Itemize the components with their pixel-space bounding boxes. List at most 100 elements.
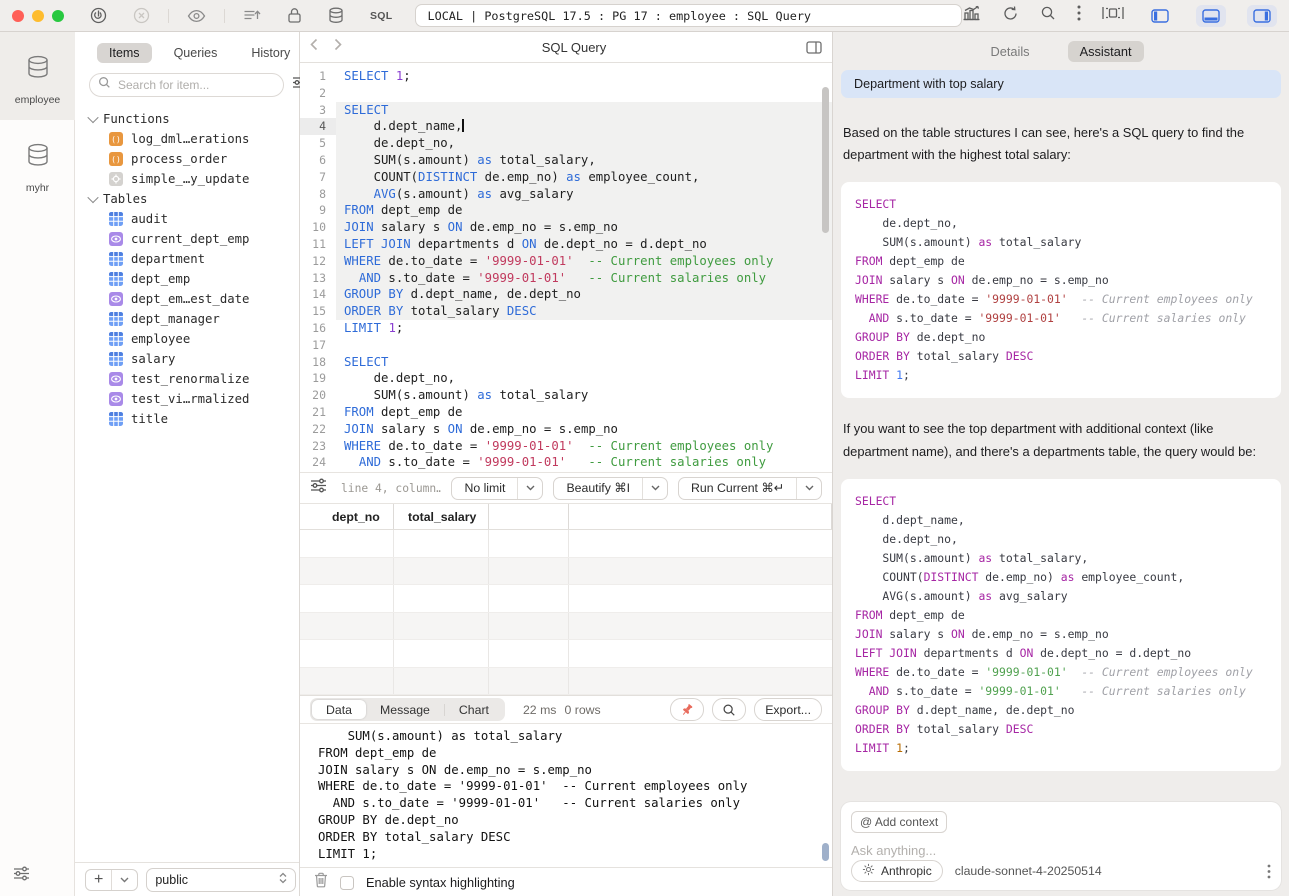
tab-queries[interactable]: Queries	[162, 43, 230, 63]
editor-line[interactable]: 17	[300, 337, 832, 354]
results-grid[interactable]: dept_no total_salary	[300, 503, 832, 695]
table-cell[interactable]	[489, 640, 569, 667]
table-cell[interactable]	[489, 668, 569, 695]
table-cell[interactable]	[318, 640, 394, 667]
editor-line[interactable]: 19 de.dept_no,	[300, 370, 832, 387]
editor-line[interactable]: 21FROM dept_emp de	[300, 404, 832, 421]
minimize-window-button[interactable]	[32, 10, 44, 22]
search-input[interactable]	[116, 77, 275, 93]
more-vertical-icon[interactable]	[1267, 864, 1271, 879]
table-cell[interactable]	[318, 613, 394, 640]
table-cell[interactable]	[569, 558, 832, 585]
message-pane[interactable]: SUM(s.amount) as total_salaryFROM dept_e…	[300, 724, 832, 867]
add-context-button[interactable]: @ Add context	[851, 811, 947, 833]
tables-group-header[interactable]: Tables	[75, 189, 299, 209]
tab-data[interactable]: Data	[312, 700, 366, 719]
table-cell[interactable]	[569, 613, 832, 640]
table-cell[interactable]	[569, 668, 832, 695]
beautify-button[interactable]: Beautify ⌘I	[553, 477, 668, 500]
tab-history[interactable]: History	[239, 43, 302, 63]
functions-group-header[interactable]: Functions	[75, 109, 299, 129]
editor-line[interactable]: 15ORDER BY total_salary DESC	[300, 303, 832, 320]
split-panel-icon[interactable]	[806, 41, 822, 54]
table-cell[interactable]	[318, 558, 394, 585]
center-layout-icon[interactable]	[1102, 6, 1124, 25]
table-cell[interactable]	[394, 585, 489, 612]
syntax-highlighting-checkbox[interactable]	[340, 876, 354, 890]
search-results-button[interactable]	[712, 698, 746, 721]
table-cell[interactable]	[318, 585, 394, 612]
column-header[interactable]: total_salary	[394, 504, 489, 529]
left-panel-toggle[interactable]	[1145, 5, 1175, 27]
chat-title-banner[interactable]: Department with top salary	[841, 70, 1281, 98]
sql-code-block[interactable]: SELECT d.dept_name, de.dept_no, SUM(s.am…	[841, 479, 1281, 771]
chevron-down-icon[interactable]	[112, 870, 137, 890]
table-item[interactable]: dept_emp	[75, 269, 299, 289]
tab-details[interactable]: Details	[978, 41, 1041, 62]
chart-icon[interactable]	[962, 5, 981, 26]
function-item[interactable]: ()log_dml…erations	[75, 129, 299, 149]
log-list-icon[interactable]	[243, 8, 261, 23]
editor-line[interactable]: 11LEFT JOIN departments d ON de.dept_no …	[300, 236, 832, 253]
editor-line[interactable]: 2	[300, 85, 832, 102]
editor-line[interactable]: 3SELECT	[300, 102, 832, 119]
table-item[interactable]: department	[75, 249, 299, 269]
table-item[interactable]: title	[75, 409, 299, 429]
table-cell[interactable]	[489, 585, 569, 612]
editor-line[interactable]: 4 d.dept_name,	[300, 118, 832, 135]
pin-button[interactable]	[670, 698, 704, 721]
search-icon[interactable]	[1040, 5, 1056, 26]
table-cell[interactable]	[394, 558, 489, 585]
item-search-field[interactable]	[89, 73, 284, 97]
table-cell[interactable]	[569, 530, 832, 557]
editor-scrollbar[interactable]	[822, 87, 829, 233]
eye-icon[interactable]	[187, 9, 206, 23]
chevron-down-icon[interactable]	[518, 485, 542, 491]
forward-icon[interactable]	[334, 38, 342, 56]
procedure-item[interactable]: simple_…y_update	[75, 169, 299, 189]
table-cell[interactable]	[489, 530, 569, 557]
table-item[interactable]: salary	[75, 349, 299, 369]
connection-employee[interactable]: employee	[0, 32, 75, 120]
settings-sliders-icon[interactable]	[13, 866, 30, 886]
editor-line[interactable]: 9FROM dept_emp de	[300, 202, 832, 219]
function-item[interactable]: ()process_order	[75, 149, 299, 169]
connection-myhr[interactable]: myhr	[0, 120, 75, 208]
editor-line[interactable]: 5 de.dept_no,	[300, 135, 832, 152]
more-vertical-icon[interactable]	[1077, 5, 1081, 26]
table-item[interactable]: audit	[75, 209, 299, 229]
table-item[interactable]: employee	[75, 329, 299, 349]
table-cell[interactable]	[569, 585, 832, 612]
editor-line[interactable]: 14GROUP BY d.dept_name, de.dept_no	[300, 286, 832, 303]
editor-line[interactable]: 24 AND s.to_date = '9999-01-01' -- Curre…	[300, 454, 832, 471]
table-row[interactable]	[300, 558, 832, 586]
editor-line[interactable]: 6 SUM(s.amount) as total_salary,	[300, 152, 832, 169]
table-cell[interactable]	[394, 613, 489, 640]
table-cell[interactable]	[489, 613, 569, 640]
table-item[interactable]: dept_manager	[75, 309, 299, 329]
model-name[interactable]: claude-sonnet-4-20250514	[955, 864, 1102, 878]
editor-line[interactable]: 23WHERE de.to_date = '9999-01-01' -- Cur…	[300, 438, 832, 455]
table-row[interactable]	[300, 668, 832, 696]
table-cell[interactable]	[318, 530, 394, 557]
message-scrollbar[interactable]	[822, 843, 829, 861]
tab-assistant[interactable]: Assistant	[1068, 41, 1144, 62]
table-row[interactable]	[300, 640, 832, 668]
connection-title[interactable]: LOCAL | PostgreSQL 17.5 : PG 17 : employ…	[415, 4, 963, 27]
lock-icon[interactable]	[287, 7, 302, 24]
editor-line[interactable]: 7 COUNT(DISTINCT de.emp_no) as employee_…	[300, 169, 832, 186]
table-cell[interactable]	[394, 640, 489, 667]
editor-line[interactable]: 18SELECT	[300, 354, 832, 371]
trash-icon[interactable]	[314, 872, 328, 893]
bottom-panel-toggle[interactable]	[1196, 5, 1226, 27]
table-row[interactable]	[300, 530, 832, 558]
power-plug-icon[interactable]	[90, 7, 107, 24]
right-panel-toggle[interactable]	[1247, 5, 1277, 27]
editor-line[interactable]: 13 AND s.to_date = '9999-01-01' -- Curre…	[300, 270, 832, 287]
table-row[interactable]	[300, 585, 832, 613]
close-circle-icon[interactable]	[133, 7, 150, 24]
column-header[interactable]: dept_no	[318, 504, 394, 529]
view-item[interactable]: current_dept_emp	[75, 229, 299, 249]
database-icon[interactable]	[328, 7, 344, 24]
editor-line[interactable]: 16LIMIT 1;	[300, 320, 832, 337]
